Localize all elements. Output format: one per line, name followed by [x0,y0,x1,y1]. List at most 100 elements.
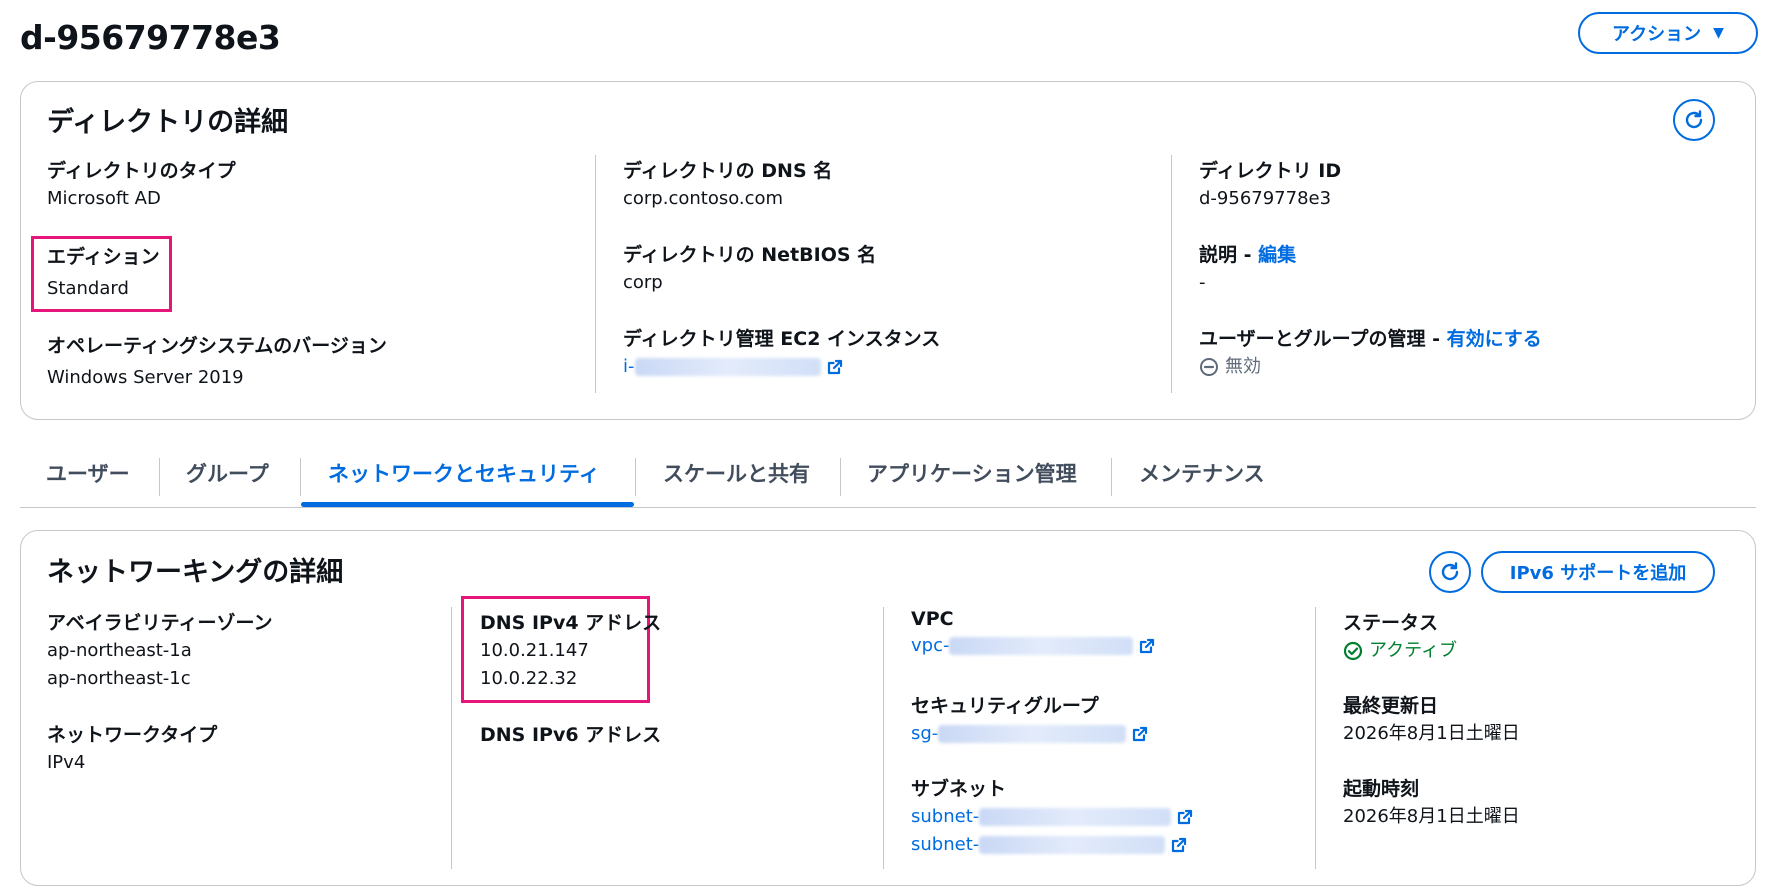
tab-groups[interactable]: グループ [186,458,269,488]
description-label-row: 説明 - 編集 [1199,240,1296,267]
caret-down-icon: ▼ [1713,25,1724,41]
edition-value: Standard [47,278,129,299]
tab-users[interactable]: ユーザー [46,458,130,488]
ec2-instance-label: ディレクトリ管理 EC2 インスタンス [623,328,941,350]
tab-separator [1111,458,1112,496]
external-link-icon [1178,809,1193,825]
vpc-label: VPC [911,608,954,630]
actions-dropdown-button[interactable]: アクション ▼ [1578,12,1758,54]
redacted-id [979,836,1166,854]
user-group-mgmt-label-row: ユーザーとグループの管理 - 有効にする [1199,324,1542,351]
edition-label: エディション [47,246,160,268]
dns-ipv6-field: DNS IPv6 アドレス [480,720,661,747]
netbios-name-label: ディレクトリの NetBIOS 名 [623,244,877,266]
availability-zone-value: ap-northeast-1a [47,640,192,661]
tab-maintenance[interactable]: メンテナンス [1139,458,1265,488]
subnet-prefix: subnet- [911,834,980,855]
tab-scale-sharing[interactable]: スケールと共有 [663,458,810,488]
os-version-label: オペレーティングシステムのバージョン [47,335,387,357]
tab-separator [635,458,636,496]
add-ipv6-support-button[interactable]: IPv6 サポートを追加 [1481,551,1715,593]
os-version-value: Windows Server 2019 [47,367,244,388]
user-group-mgmt-label: ユーザーとグループの管理 [1199,328,1426,350]
dns-ipv4-value: 10.0.21.147 [480,640,589,661]
directory-type-label: ディレクトリのタイプ [47,160,236,182]
external-link-icon [1172,837,1187,853]
edition-field: エディション Standard [47,242,160,303]
last-updated-field: 最終更新日 2026年8月1日土曜日 [1343,691,1520,748]
refresh-icon [1441,562,1459,581]
directory-refresh-button[interactable] [1673,99,1715,141]
column-divider [1315,607,1316,869]
description-label: 説明 [1199,244,1238,266]
security-group-label: セキュリティグループ [911,695,1099,717]
directory-details-card: ディレクトリの詳細 ディレクトリのタイプ Microsoft AD エディション… [20,81,1756,420]
column-divider [595,155,596,393]
vpc-link[interactable]: vpc- [911,632,1155,660]
external-link-icon [1140,638,1155,654]
user-group-mgmt-status: 無効 [1199,353,1542,381]
availability-zones-label: アベイラビリティーゾーン [47,612,273,634]
networking-details-title: ネットワーキングの詳細 [47,557,344,588]
directory-id-field: ディレクトリ ID d-95679778e3 [1199,156,1341,213]
subnet-label: サブネット [911,778,1007,800]
security-group-link[interactable]: sg- [911,720,1148,748]
column-divider [1171,155,1172,393]
directory-details-title: ディレクトリの詳細 [47,107,289,138]
enable-user-group-mgmt-link[interactable]: 有効にする [1447,328,1542,350]
dns-ipv4-value: 10.0.22.32 [480,668,578,689]
status-field: ステータス アクティブ [1343,608,1457,665]
tab-separator [300,458,301,496]
tab-separator [840,458,841,496]
network-refresh-button[interactable] [1429,551,1471,593]
description-value: - [1199,272,1206,293]
check-circle-icon [1343,641,1363,661]
netbios-name-field: ディレクトリの NetBIOS 名 corp [623,240,876,297]
availability-zone-value: ap-northeast-1c [47,668,191,689]
ec2-instance-link[interactable]: i- [623,353,940,381]
disabled-status-icon [1200,358,1218,376]
dns-ipv6-label: DNS IPv6 アドレス [480,724,662,746]
dns-name-label: ディレクトリの DNS 名 [623,160,833,182]
tab-application-management[interactable]: アプリケーション管理 [867,458,1077,488]
user-group-mgmt-field: ユーザーとグループの管理 - 有効にする 無効 [1199,324,1542,381]
external-link-icon [1133,726,1148,742]
redacted-id [938,725,1127,743]
external-link-icon [827,359,842,375]
vpc-prefix: vpc- [911,635,950,656]
launch-time-field: 起動時刻 2026年8月1日土曜日 [1343,774,1520,831]
user-group-mgmt-separator: - [1425,328,1447,350]
tab-network-security[interactable]: ネットワークとセキュリティ [328,458,600,488]
description-field: 説明 - 編集 - [1199,240,1296,297]
subnet-field: サブネット subnet- subnet- [911,774,1193,859]
directory-id-label: ディレクトリ ID [1199,160,1342,182]
active-tab-indicator [301,502,634,507]
last-updated-value: 2026年8月1日土曜日 [1343,723,1520,744]
dns-name-value: corp.contoso.com [623,188,784,209]
page-title: d-95679778e3 [20,18,281,57]
security-group-field: セキュリティグループ sg- [911,691,1148,748]
network-type-field: ネットワークタイプ IPv4 [47,720,217,777]
redacted-id [634,358,821,376]
edit-description-link[interactable]: 編集 [1258,244,1296,266]
dns-ipv4-label: DNS IPv4 アドレス [480,612,662,634]
status-label: ステータス [1343,612,1439,634]
launch-time-label: 起動時刻 [1343,778,1420,800]
description-separator: - [1237,244,1259,266]
status-value: アクティブ [1369,640,1458,661]
last-updated-label: 最終更新日 [1343,695,1439,717]
subnet-link[interactable]: subnet- [911,803,1193,831]
networking-details-card: ネットワーキングの詳細 IPv6 サポートを追加 アベイラビリティーゾーン ap… [20,530,1756,886]
directory-id-value: d-95679778e3 [1199,188,1332,209]
netbios-name-value: corp [623,272,663,293]
network-type-label: ネットワークタイプ [47,724,218,746]
directory-type-field: ディレクトリのタイプ Microsoft AD [47,156,236,213]
network-type-value: IPv4 [47,752,86,773]
ec2-instance-field: ディレクトリ管理 EC2 インスタンス i- [623,324,940,381]
dns-ipv4-field: DNS IPv4 アドレス 10.0.21.147 10.0.22.32 [480,608,661,693]
launch-time-value: 2026年8月1日土曜日 [1343,806,1520,827]
vpc-field: VPC vpc- [911,608,1155,660]
subnet-link[interactable]: subnet- [911,831,1193,859]
redacted-id [979,808,1172,826]
refresh-icon [1685,110,1703,129]
